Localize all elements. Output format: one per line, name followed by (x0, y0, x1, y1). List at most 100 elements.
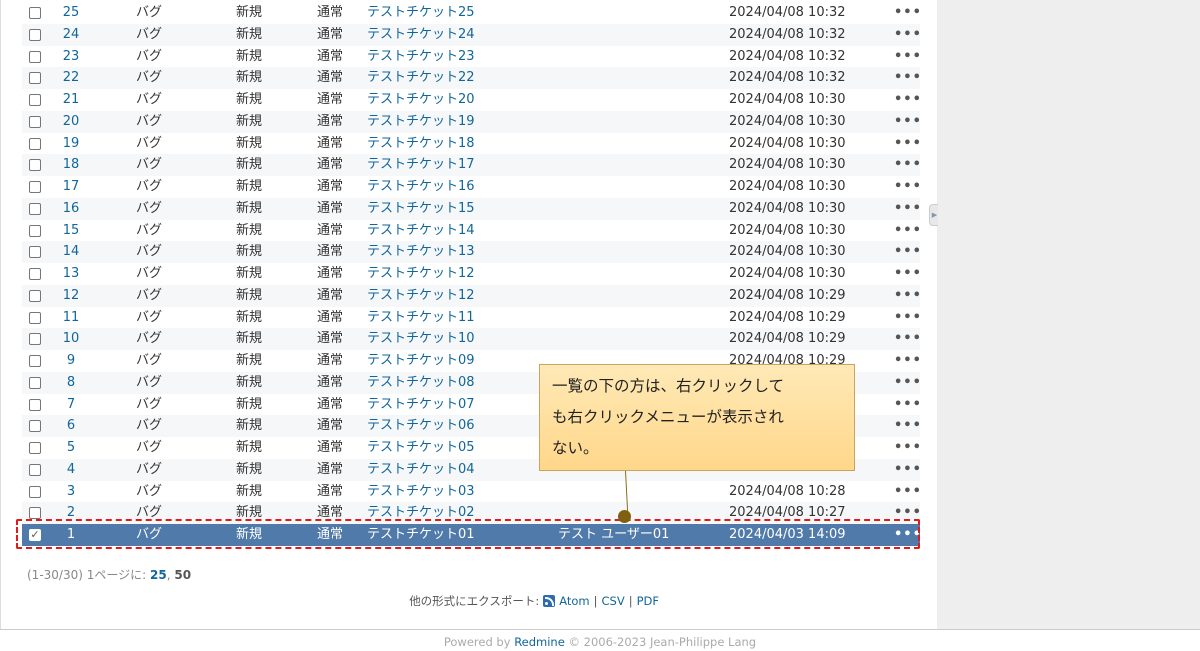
issue-id-link[interactable]: 15 (63, 223, 80, 238)
issue-checkbox[interactable] (29, 202, 41, 215)
issue-row[interactable]: 21 バグ 新規 通常 テストチケット20 2024/04/08 10:30 ••• (22, 89, 922, 111)
row-actions-menu-icon[interactable]: ••• (894, 328, 922, 350)
row-actions-menu-icon[interactable]: ••• (894, 524, 922, 546)
issue-subject-link[interactable]: テストチケット16 (367, 179, 475, 194)
issue-row[interactable]: 13 バグ 新規 通常 テストチケット12 2024/04/08 10:30 ••• (22, 263, 921, 285)
issue-subject-link[interactable]: テストチケット11 (367, 310, 475, 325)
issue-checkbox[interactable] (29, 311, 41, 324)
row-actions-menu-icon[interactable]: ••• (894, 2, 922, 24)
row-actions-menu-icon[interactable]: ••• (894, 198, 922, 220)
footer-redmine-link[interactable]: Redmine (514, 635, 565, 649)
issue-subject-link[interactable]: テストチケット08 (367, 375, 475, 390)
issue-id-link[interactable]: 17 (63, 179, 80, 194)
issue-id-link[interactable]: 12 (63, 288, 80, 303)
row-actions-menu-icon[interactable]: ••• (894, 437, 922, 459)
issue-subject-link[interactable]: テストチケット05 (367, 440, 475, 455)
issue-subject-link[interactable]: テストチケット25 (367, 5, 475, 20)
issue-row[interactable]: 24 バグ 新規 通常 テストチケット24 2024/04/08 10:32 ••• (22, 23, 922, 46)
row-actions-menu-icon[interactable]: ••• (894, 133, 922, 155)
export-atom-link[interactable]: Atom (559, 594, 589, 608)
issue-subject-link[interactable]: テストチケット13 (367, 244, 475, 259)
issue-checkbox[interactable] (29, 398, 41, 411)
issue-row[interactable]: 17 バグ 新規 通常 テストチケット16 2024/04/08 10:30 ••• (22, 176, 921, 198)
issue-checkbox[interactable] (29, 50, 41, 63)
issue-row[interactable]: 15 バグ 新規 通常 テストチケット14 2024/04/08 10:30 ••• (22, 219, 922, 242)
issue-subject-link[interactable]: テストチケット09 (367, 353, 475, 368)
issue-row[interactable]: 19 バグ 新規 通常 テストチケット18 2024/04/08 10:30 ••• (22, 132, 922, 155)
issue-id-link[interactable]: 23 (63, 49, 80, 64)
row-actions-menu-icon[interactable]: ••• (894, 24, 922, 46)
issue-id-link[interactable]: 8 (67, 375, 75, 390)
issue-subject-link[interactable]: テストチケット10 (367, 331, 475, 346)
row-actions-menu-icon[interactable]: ••• (894, 372, 922, 394)
issue-id-link[interactable]: 10 (63, 331, 80, 346)
row-actions-menu-icon[interactable]: ••• (894, 46, 922, 68)
issue-row[interactable]: 25 バグ 新規 通常 テストチケット25 2024/04/08 10:32 ••• (22, 2, 922, 24)
issue-id-link[interactable]: 2 (67, 505, 75, 520)
issue-checkbox[interactable] (29, 442, 41, 454)
issue-subject-link[interactable]: テストチケット24 (367, 27, 475, 42)
issue-id-link[interactable]: 3 (67, 484, 75, 499)
row-actions-menu-icon[interactable]: ••• (894, 220, 922, 242)
row-actions-menu-icon[interactable]: ••• (894, 350, 922, 372)
feed-icon[interactable] (543, 595, 556, 607)
issue-id-link[interactable]: 24 (63, 27, 80, 42)
issue-row[interactable]: 20 バグ 新規 通常 テストチケット19 2024/04/08 10:30 ••• (22, 110, 922, 133)
row-actions-menu-icon[interactable]: ••• (894, 111, 922, 133)
issue-checkbox[interactable] (29, 507, 41, 520)
issue-row[interactable]: 2 バグ 新規 通常 テストチケット02 2024/04/08 10:27 ••• (22, 502, 922, 524)
issue-checkbox[interactable] (29, 28, 41, 41)
issue-checkbox[interactable] (29, 94, 41, 106)
issue-id-link[interactable]: 6 (67, 418, 75, 433)
issue-row[interactable]: 16 バグ 新規 通常 テストチケット15 2024/04/08 10:30 ••• (22, 197, 922, 220)
issue-checkbox[interactable] (29, 7, 41, 19)
issue-checkbox[interactable] (29, 224, 41, 237)
per-page-25-link[interactable]: 25 (150, 568, 167, 582)
issue-id-link[interactable]: 11 (63, 310, 80, 325)
issue-row[interactable]: 23 バグ 新規 通常 テストチケット23 2024/04/08 10:32 ••• (22, 45, 922, 68)
row-actions-menu-icon[interactable]: ••• (894, 67, 922, 89)
issue-id-link[interactable]: 14 (63, 244, 80, 259)
issue-checkbox[interactable]: ✓ (29, 529, 41, 541)
issue-row[interactable]: 22 バグ 新規 通常 テストチケット22 2024/04/08 10:32 ••• (22, 67, 922, 89)
issue-id-link[interactable]: 5 (67, 440, 75, 455)
issue-checkbox[interactable] (29, 159, 41, 172)
issue-id-link[interactable]: 18 (63, 157, 80, 172)
export-pdf-link[interactable]: PDF (637, 594, 659, 608)
sidebar-toggle-button[interactable]: ▶ (929, 204, 938, 226)
issue-checkbox[interactable] (29, 355, 41, 367)
issue-id-link[interactable]: 21 (63, 92, 80, 107)
issue-subject-link[interactable]: テストチケット15 (367, 201, 475, 216)
issue-checkbox[interactable] (29, 376, 41, 389)
issue-checkbox[interactable] (29, 463, 41, 476)
issue-row[interactable]: 18 バグ 新規 通常 テストチケット17 2024/04/08 10:30 ••• (22, 154, 922, 176)
row-actions-menu-icon[interactable]: ••• (894, 89, 922, 111)
issue-id-link[interactable]: 25 (63, 5, 80, 20)
issue-subject-link[interactable]: テストチケット23 (367, 49, 475, 64)
issue-id-link[interactable]: 22 (63, 70, 80, 85)
issue-subject-link[interactable]: テストチケット01 (367, 527, 475, 542)
issue-subject-link[interactable]: テストチケット19 (367, 114, 475, 129)
issue-checkbox[interactable] (29, 115, 41, 128)
issue-id-link[interactable]: 20 (63, 114, 80, 129)
issue-checkbox[interactable] (29, 289, 41, 302)
issue-subject-link[interactable]: テストチケット20 (367, 92, 475, 107)
issue-checkbox[interactable] (29, 485, 41, 498)
row-actions-menu-icon[interactable]: ••• (894, 154, 922, 176)
issue-checkbox[interactable] (29, 137, 41, 150)
row-actions-menu-icon[interactable]: ••• (894, 307, 922, 329)
issue-subject-link[interactable]: テストチケット12 (367, 266, 475, 281)
issue-subject-link[interactable]: テストチケット18 (367, 136, 475, 151)
issue-subject-link[interactable]: テストチケット22 (367, 70, 475, 85)
issue-checkbox[interactable] (29, 246, 41, 259)
row-actions-menu-icon[interactable]: ••• (894, 241, 922, 263)
issue-row[interactable]: 11 バグ 新規 通常 テストチケット11 2024/04/08 10:29 ••• (22, 306, 922, 329)
issue-id-link[interactable]: 13 (63, 266, 80, 281)
issue-subject-link[interactable]: テストチケット02 (367, 505, 475, 520)
issue-row[interactable]: 14 バグ 新規 通常 テストチケット13 2024/04/08 10:30 ••• (22, 241, 922, 263)
issue-checkbox[interactable] (29, 181, 41, 193)
issue-assignee[interactable]: テスト ユーザー01 (558, 524, 669, 546)
row-actions-menu-icon[interactable]: ••• (894, 502, 922, 524)
issue-id-link[interactable]: 1 (67, 527, 75, 542)
issue-checkbox[interactable] (29, 333, 41, 346)
